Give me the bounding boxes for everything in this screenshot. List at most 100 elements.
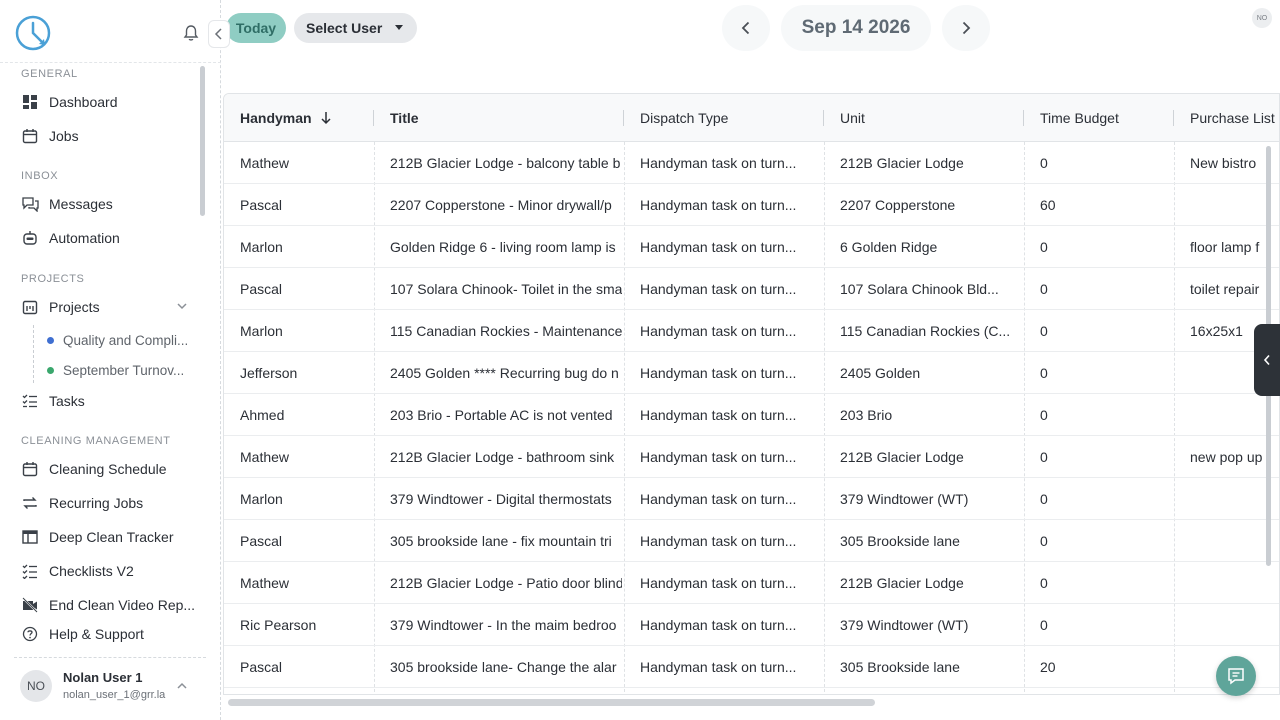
cell-title[interactable]: 2207 Copperstone - Minor drywall/p	[390, 184, 622, 225]
table-row[interactable]: Marlon 115 Canadian Rockies - Maintenance…	[224, 310, 1279, 352]
cell-time-budget[interactable]: 60	[1040, 184, 1170, 225]
column-header-unit[interactable]: Unit	[840, 94, 1020, 142]
column-divider[interactable]	[823, 110, 824, 126]
sidebar-subitem-project-2[interactable]: September Turnov...	[47, 359, 184, 381]
cell-time-budget[interactable]: 0	[1040, 478, 1170, 519]
cell-unit[interactable]: 203 Brio	[840, 394, 1020, 435]
column-header-time-budget[interactable]: Time Budget	[1040, 94, 1170, 142]
cell-dispatch-type[interactable]: Handyman task on turn...	[640, 352, 820, 393]
cell-handyman[interactable]: Mathew	[240, 142, 368, 183]
column-header-purchase-list[interactable]: Purchase List	[1190, 94, 1279, 142]
cell-unit[interactable]: 2405 Golden	[840, 352, 1020, 393]
cell-handyman[interactable]: Jefferson	[240, 352, 368, 393]
cell-dispatch-type[interactable]: Handyman task on turn...	[640, 436, 820, 477]
cell-handyman[interactable]: Ahmed	[240, 394, 368, 435]
column-header-title[interactable]: Title	[390, 94, 620, 142]
cell-dispatch-type[interactable]: Handyman task on turn...	[640, 646, 820, 687]
cell-title[interactable]: 305 brookside lane - fix mountain tri	[390, 520, 622, 561]
chat-support-button[interactable]	[1216, 656, 1256, 696]
column-divider[interactable]	[623, 110, 624, 126]
cell-time-budget[interactable]: 0	[1040, 394, 1170, 435]
cell-dispatch-type[interactable]: Handyman task on turn...	[640, 142, 820, 183]
column-header-dispatch-type[interactable]: Dispatch Type	[640, 94, 820, 142]
cell-time-budget[interactable]: 0	[1040, 268, 1170, 309]
cell-title[interactable]: 107 Solara Chinook- Toilet in the sma	[390, 268, 622, 309]
sidebar-item-tasks[interactable]: Tasks	[21, 388, 85, 414]
cell-handyman[interactable]: Mathew	[240, 436, 368, 477]
sidebar-item-automation[interactable]: Automation	[21, 225, 120, 251]
cell-dispatch-type[interactable]: Handyman task on turn...	[640, 604, 820, 645]
cell-unit[interactable]: 2207 Copperstone	[840, 184, 1020, 225]
cell-handyman[interactable]: Pascal	[240, 520, 368, 561]
cell-title[interactable]: 379 Windtower - Digital thermostats	[390, 478, 622, 519]
cell-unit[interactable]: 305 Brookside lane	[840, 646, 1020, 687]
sidebar-item-jobs[interactable]: Jobs	[21, 123, 79, 149]
cell-unit[interactable]: 305 Brookside lane	[840, 520, 1020, 561]
sidebar-subitem-project-1[interactable]: Quality and Compli...	[47, 329, 188, 351]
table-row[interactable]: Pascal 305 brookside lane- Change the ala…	[224, 646, 1279, 688]
cell-title[interactable]: 305 brookside lane- Change the alar	[390, 646, 622, 687]
cell-unit[interactable]: 212B Glacier Lodge	[840, 562, 1020, 603]
cell-dispatch-type[interactable]: Handyman task on turn...	[640, 268, 820, 309]
cell-handyman[interactable]: Mathew	[240, 562, 368, 603]
cell-time-budget[interactable]: 0	[1040, 604, 1170, 645]
cell-handyman[interactable]: Pascal	[240, 646, 368, 687]
chevron-up-icon[interactable]	[176, 680, 188, 692]
cell-title[interactable]: 212B Glacier Lodge - balcony table b	[390, 142, 622, 183]
cell-unit[interactable]: 212B Glacier Lodge	[840, 142, 1020, 183]
cell-handyman[interactable]: Pascal	[240, 268, 368, 309]
cell-title[interactable]: 212B Glacier Lodge - Patio door blind	[390, 562, 622, 603]
previous-date-button[interactable]	[722, 5, 770, 51]
cell-handyman[interactable]: Pascal	[240, 184, 368, 225]
cell-handyman[interactable]: Marlon	[240, 478, 368, 519]
column-divider[interactable]	[1173, 110, 1174, 126]
cell-title[interactable]: Golden Ridge 6 - living room lamp is	[390, 226, 622, 267]
column-divider[interactable]	[1023, 110, 1024, 126]
cell-time-budget[interactable]: 0	[1040, 142, 1170, 183]
cell-dispatch-type[interactable]: Handyman task on turn...	[640, 478, 820, 519]
cell-unit[interactable]: 212B Glacier Lodge	[840, 436, 1020, 477]
cell-title[interactable]: 379 Windtower - In the maim bedroo	[390, 604, 622, 645]
table-row[interactable]: Mathew 212B Glacier Lodge - balcony table…	[224, 142, 1279, 184]
table-row[interactable]: Pascal 305 brookside lane - fix mountain …	[224, 520, 1279, 562]
next-date-button[interactable]	[942, 5, 990, 51]
cell-unit[interactable]: 379 Windtower (WT)	[840, 604, 1020, 645]
cell-dispatch-type[interactable]: Handyman task on turn...	[640, 394, 820, 435]
cell-time-budget[interactable]: 0	[1040, 310, 1170, 351]
cell-unit[interactable]: 107 Solara Chinook Bld...	[840, 268, 1020, 309]
cell-purchase-list[interactable]	[1190, 562, 1279, 603]
sidebar-item-recurring-jobs[interactable]: Recurring Jobs	[21, 490, 143, 516]
avatar[interactable]: NO	[1252, 8, 1272, 28]
table-row[interactable]: Marlon Golden Ridge 6 - living room lamp …	[224, 226, 1279, 268]
column-header-handyman[interactable]: Handyman	[240, 94, 370, 142]
cell-time-budget[interactable]: 0	[1040, 562, 1170, 603]
cell-time-budget[interactable]: 0	[1040, 352, 1170, 393]
sidebar-item-projects[interactable]: Projects	[21, 294, 100, 320]
cell-title[interactable]: 115 Canadian Rockies - Maintenance	[390, 310, 622, 351]
cell-time-budget[interactable]: 0	[1040, 520, 1170, 561]
sidebar-item-checklists-v2[interactable]: Checklists V2	[21, 558, 134, 584]
sidebar-scrollbar[interactable]	[200, 66, 205, 216]
cell-unit[interactable]: 6 Golden Ridge	[840, 226, 1020, 267]
cell-time-budget[interactable]: 20	[1040, 646, 1170, 687]
expand-panel-tab[interactable]	[1254, 324, 1280, 396]
cell-unit[interactable]: 379 Windtower (WT)	[840, 478, 1020, 519]
cell-handyman[interactable]: Marlon	[240, 310, 368, 351]
table-horizontal-scrollbar[interactable]	[228, 699, 875, 706]
cell-unit[interactable]: 115 Canadian Rockies (C...	[840, 310, 1020, 351]
select-user-dropdown[interactable]: Select User	[294, 13, 417, 43]
collapse-sidebar-button[interactable]	[208, 20, 230, 48]
current-date[interactable]: Sep 14 2026	[781, 5, 931, 51]
today-button[interactable]: Today	[226, 13, 286, 43]
sidebar-item-end-clean-video[interactable]: End Clean Video Rep...	[21, 592, 195, 618]
table-row[interactable]: Mathew 212B Glacier Lodge - bathroom sink…	[224, 436, 1279, 478]
cell-title[interactable]: 2405 Golden **** Recurring bug do n	[390, 352, 622, 393]
column-divider[interactable]	[373, 110, 374, 126]
table-row[interactable]: Ric Pearson 379 Windtower - In the maim b…	[224, 604, 1279, 646]
cell-dispatch-type[interactable]: Handyman task on turn...	[640, 226, 820, 267]
cell-purchase-list[interactable]	[1190, 604, 1279, 645]
clock-logo-icon[interactable]	[14, 14, 52, 52]
cell-dispatch-type[interactable]: Handyman task on turn...	[640, 562, 820, 603]
sidebar-item-dashboard[interactable]: Dashboard	[21, 89, 118, 115]
sidebar-item-deep-clean-tracker[interactable]: Deep Clean Tracker	[21, 524, 174, 550]
